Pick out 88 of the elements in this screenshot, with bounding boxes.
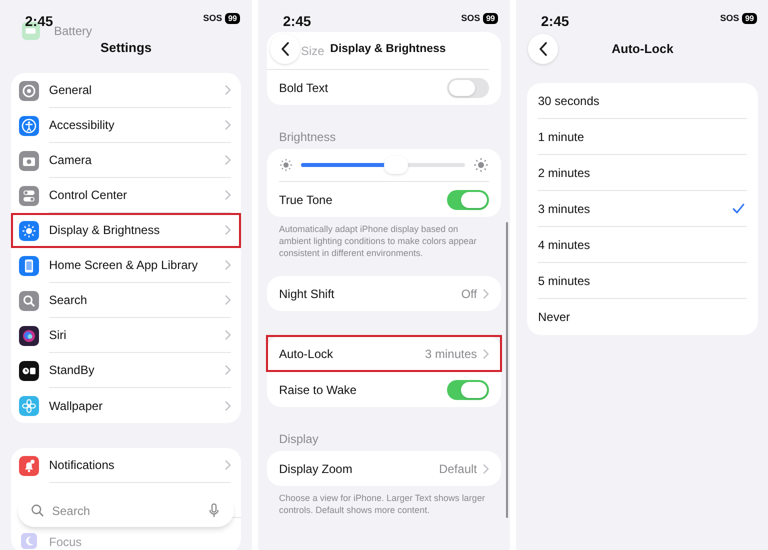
- row-label: Control Center: [49, 187, 128, 204]
- chevron-icon: [225, 330, 231, 340]
- section-footer: Automatically adapt iPhone display based on ambient lighting conditions to make colors appear consistent in different environments.: [258, 217, 510, 259]
- slider-thumb[interactable]: [384, 156, 408, 174]
- chevron-icon: [225, 460, 231, 470]
- settings-row[interactable]: Display Zoom Default: [267, 451, 501, 486]
- settings-row[interactable]: Notifications: [11, 448, 241, 483]
- toggle-switch[interactable]: [447, 380, 489, 400]
- brightness-slider[interactable]: [301, 156, 465, 174]
- option-row[interactable]: 1 minute: [538, 119, 747, 155]
- option-row[interactable]: 30 seconds: [538, 83, 747, 119]
- search-icon: [31, 504, 44, 517]
- row-label: Night Shift: [279, 286, 336, 302]
- battery-indicator: 99: [483, 13, 498, 24]
- settings-row[interactable]: Siri: [11, 318, 241, 353]
- chevron-left-icon: [280, 42, 290, 56]
- settings-row[interactable]: General: [11, 73, 241, 108]
- chevron-icon: [225, 365, 231, 375]
- row-label: Accessibility: [49, 117, 116, 134]
- row-label: Camera: [49, 152, 93, 169]
- search-field[interactable]: Search: [18, 494, 234, 527]
- faded-row-label: Size: [301, 42, 324, 60]
- scrollbar[interactable]: [506, 222, 508, 518]
- option-row[interactable]: 2 minutes: [538, 155, 747, 191]
- section-footer: Choose a view for iPhone. Larger Text shows larger controls. Default shows more content.: [258, 486, 510, 516]
- option-row[interactable]: 4 minutes: [538, 227, 747, 263]
- faded-row-label: Battery: [54, 23, 92, 40]
- row-label: Display Zoom: [279, 460, 354, 478]
- sos-indicator: SOS: [461, 14, 480, 23]
- row-label: StandBy: [49, 362, 96, 379]
- row-value: 3 minutes: [424, 346, 477, 362]
- chevron-icon: [483, 464, 489, 474]
- row-value: Off: [461, 286, 477, 302]
- settings-row[interactable]: Display & Brightness: [11, 213, 241, 248]
- status-time: 2:45: [541, 12, 570, 31]
- microphone-icon[interactable]: [209, 503, 219, 518]
- chevron-icon: [483, 288, 489, 298]
- settings-row[interactable]: Camera: [11, 143, 241, 178]
- settings-row[interactable]: Control Center: [11, 178, 241, 213]
- chevron-icon: [225, 400, 231, 410]
- row-label: Notifications: [49, 457, 116, 474]
- row-label: General: [49, 82, 93, 99]
- screen-title: Settings: [99, 40, 153, 56]
- sos-indicator: SOS: [720, 14, 740, 23]
- settings-row[interactable]: Search: [11, 283, 241, 318]
- row-label: Search: [49, 292, 88, 309]
- chevron-icon: [225, 190, 231, 200]
- row-label: Display & Brightness: [49, 222, 161, 239]
- screen-title: Auto-Lock: [610, 41, 674, 58]
- chevron-icon: [225, 120, 231, 130]
- sun-icon: [473, 157, 489, 173]
- chevron-icon: [225, 295, 231, 305]
- screen-title: Display & Brightness: [330, 42, 446, 57]
- row-label: Wallpaper: [49, 398, 104, 414]
- section-header: Display: [278, 431, 320, 448]
- row-label: Auto-Lock: [279, 346, 334, 362]
- settings-row[interactable]: Home Screen & App Library: [11, 248, 241, 283]
- option-row[interactable]: 5 minutes: [538, 263, 747, 299]
- back-button[interactable]: [528, 34, 558, 64]
- sos-indicator: SOS: [203, 14, 222, 23]
- option-row[interactable]: 3 minutes: [538, 191, 747, 227]
- row-label: Focus: [49, 534, 82, 550]
- toggle-switch[interactable]: [447, 190, 489, 210]
- row-label: Bold Text: [279, 80, 330, 96]
- status-time: 2:45: [25, 12, 54, 31]
- section-header: Brightness: [278, 129, 337, 146]
- settings-row[interactable]: Accessibility: [11, 108, 241, 143]
- settings-row[interactable]: Wallpaper: [11, 388, 241, 423]
- status-time: 2:45: [283, 12, 312, 31]
- row-label: Raise to Wake: [279, 382, 358, 398]
- settings-row[interactable]: StandBy: [11, 353, 241, 388]
- row-value: Default: [438, 460, 477, 478]
- chevron-icon: [225, 225, 231, 235]
- chevron-icon: [225, 85, 231, 95]
- chevron-icon: [225, 260, 231, 270]
- chevron-left-icon: [538, 42, 548, 56]
- chevron-icon: [483, 348, 489, 358]
- row-label: Home Screen & App Library: [49, 257, 199, 274]
- row-label: True Tone: [279, 192, 334, 208]
- chevron-icon: [225, 155, 231, 165]
- battery-indicator: 99: [225, 13, 240, 24]
- sun-icon: [279, 158, 293, 172]
- settings-row[interactable]: Night Shift Off: [267, 276, 501, 311]
- toggle-switch[interactable]: [447, 78, 489, 98]
- settings-row[interactable]: Auto-Lock 3 minutes: [267, 336, 501, 371]
- battery-indicator: 99: [742, 13, 757, 24]
- row-label: Siri: [49, 327, 68, 344]
- option-row[interactable]: Never: [538, 299, 747, 335]
